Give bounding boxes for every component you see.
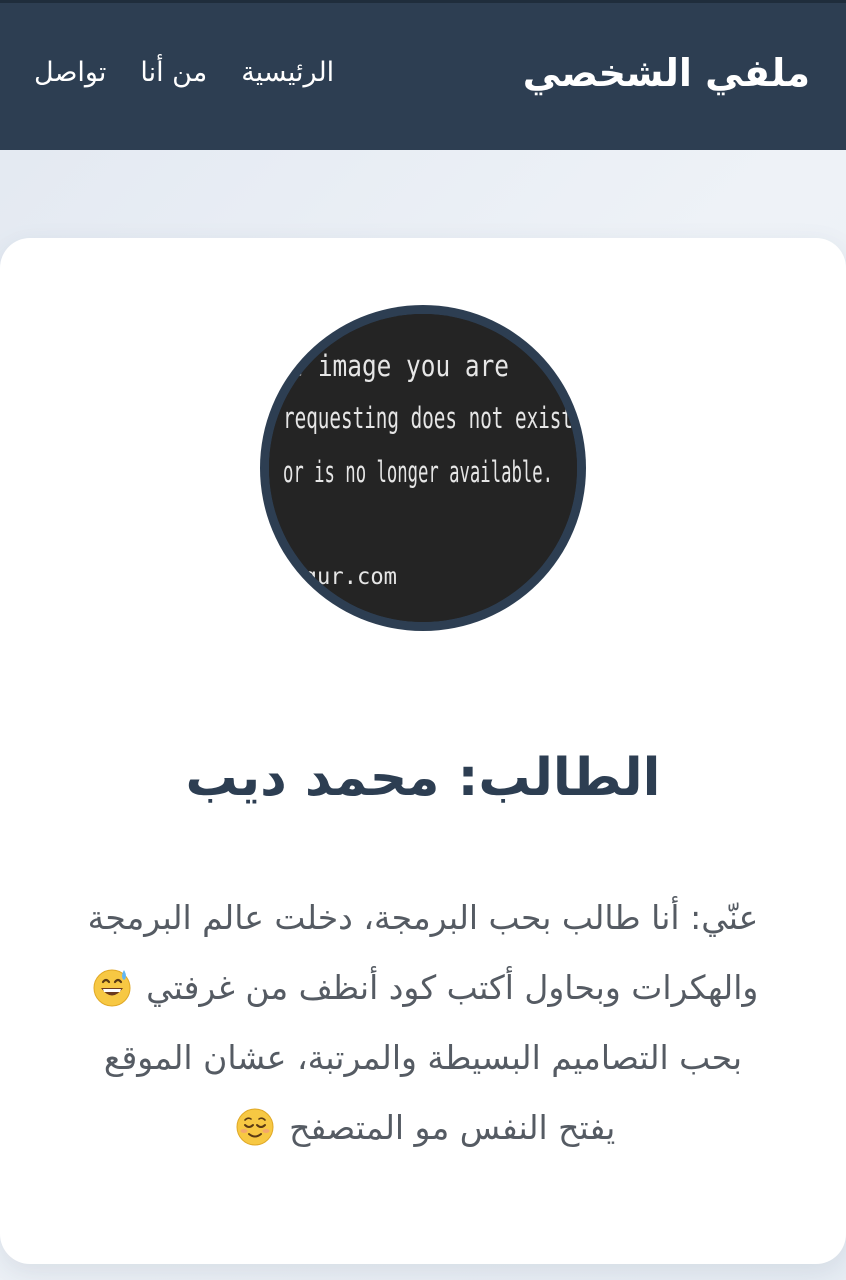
grinning-sweat-emoji-icon (93, 969, 131, 1007)
avatar-image: The image you are requesting does not ex… (269, 314, 577, 622)
placeholder-line-4: imgur.com (277, 564, 397, 590)
nav-link-contact[interactable]: تواصل (34, 57, 106, 88)
relieved-face-emoji-icon (236, 1108, 274, 1146)
bio-line-4-wrap: يفتح النفس مو المتصفح (60, 1093, 786, 1163)
bio-line-2: والهكرات وبحاول أكتب كود أنظف من غرفتي (146, 968, 759, 1007)
bio-line-4: يفتح النفس مو المتصفح (289, 1108, 616, 1147)
bio-line-3: بحب التصاميم البسيطة والمرتبة، عشان المو… (103, 1038, 743, 1077)
image-unavailable-placeholder: The image you are requesting does not ex… (269, 314, 577, 622)
top-navbar: ملفي الشخصي الرئيسية من أنا تواصل (0, 0, 846, 150)
placeholder-line-2: requesting does not exist (283, 401, 573, 435)
placeholder-line-1: The image you are (269, 349, 509, 383)
bio-line-1: عنّي: أنا طالب بحب البرمجة، دخلت عالم ال… (87, 898, 759, 937)
bio-paragraph: عنّي: أنا طالب بحب البرمجة، دخلت عالم ال… (60, 883, 786, 1163)
nav-link-about[interactable]: من أنا (140, 57, 207, 88)
profile-card: The image you are requesting does not ex… (0, 238, 846, 1264)
bio-line-2-wrap: والهكرات وبحاول أكتب كود أنظف من غرفتي (60, 953, 786, 1023)
placeholder-line-3: or is no longer available. (283, 455, 553, 489)
nav-links: الرئيسية من أنا تواصل (34, 57, 334, 88)
student-name-heading: الطالب: محمد ديب (185, 748, 661, 808)
avatar-frame: The image you are requesting does not ex… (260, 305, 586, 631)
site-brand-title[interactable]: ملفي الشخصي (523, 51, 810, 95)
nav-link-home[interactable]: الرئيسية (241, 57, 334, 88)
